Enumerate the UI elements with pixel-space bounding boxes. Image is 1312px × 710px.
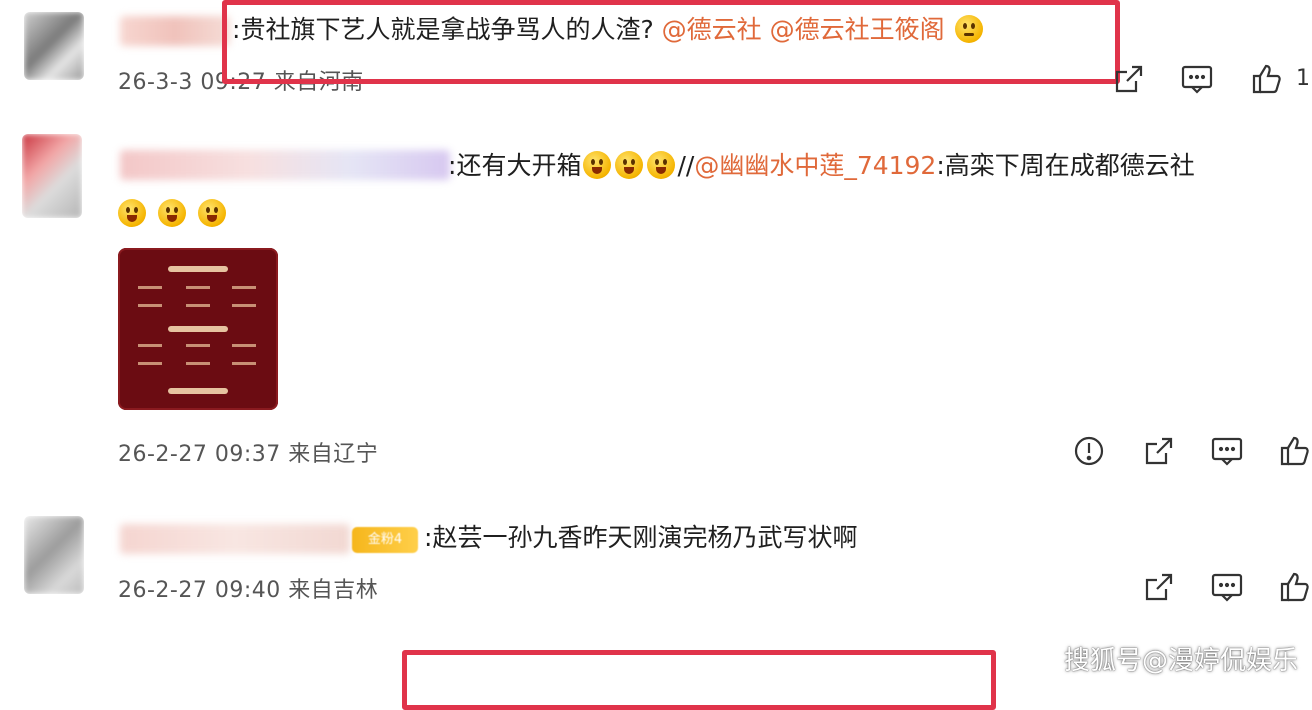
avatar[interactable]	[24, 516, 84, 594]
watermark: 搜狐号@漫婷侃娱乐	[1063, 646, 1298, 676]
comment-text: :还有大开箱//@幽幽水中莲_74192:高栾下周在成都德云社	[448, 151, 1195, 180]
username-redacted[interactable]	[120, 524, 350, 554]
avatar[interactable]	[22, 134, 82, 218]
happy-emoji	[583, 151, 612, 179]
like-icon[interactable]	[1278, 434, 1312, 468]
timestamp: 26-2-27 09:37	[118, 442, 281, 467]
happy-emoji	[118, 199, 146, 227]
share-icon[interactable]	[1112, 62, 1146, 96]
highlight-box	[402, 650, 996, 710]
username-redacted[interactable]	[120, 150, 450, 180]
like-icon[interactable]	[1278, 570, 1312, 604]
like-icon[interactable]	[1250, 62, 1284, 96]
location: 来自吉林	[288, 578, 379, 603]
comment-icon[interactable]	[1210, 570, 1244, 604]
happy-emoji	[157, 199, 186, 227]
happy-emoji	[647, 151, 676, 179]
happy-emoji	[615, 151, 644, 179]
comment-meta: 26-2-27 09:37 来自辽宁	[118, 436, 378, 468]
like-count: 1	[1296, 66, 1311, 91]
comment-text: :赵芸一孙九香昨天刚演完杨乃武写状啊	[424, 523, 858, 552]
avatar[interactable]	[24, 12, 84, 80]
comment-emoji-line	[116, 198, 228, 230]
fan-badge: 金粉4	[352, 527, 418, 553]
timestamp: 26-2-27 09:40	[118, 578, 281, 603]
share-icon[interactable]	[1142, 434, 1176, 468]
comment-icon[interactable]	[1210, 434, 1244, 468]
comment-meta: 26-2-27 09:40 来自吉林	[118, 572, 378, 604]
highlight-box	[222, 0, 1120, 84]
share-icon[interactable]	[1142, 570, 1176, 604]
mention-link[interactable]: @幽幽水中莲_74192	[694, 151, 936, 180]
location: 来自辽宁	[288, 442, 379, 467]
username-redacted[interactable]	[120, 16, 230, 46]
comment-icon[interactable]	[1180, 62, 1214, 96]
report-icon[interactable]	[1072, 434, 1106, 468]
happy-emoji	[197, 199, 226, 227]
image-thumbnail[interactable]	[118, 248, 278, 410]
